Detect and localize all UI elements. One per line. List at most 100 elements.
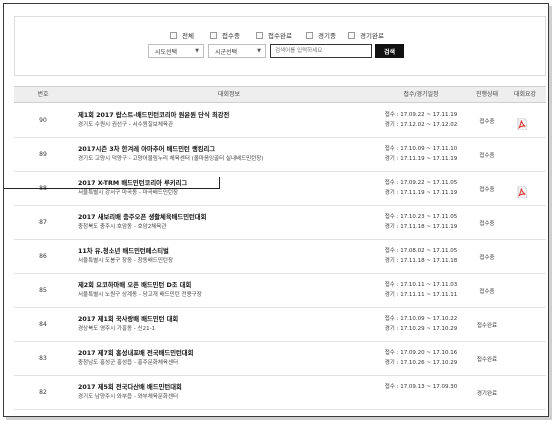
tournament-venue: 서울특별시 노원구 상계동 - 당고개 배드민턴 전용구장: [78, 292, 202, 298]
city-select-value: 시군선택: [215, 48, 238, 56]
tournament-title-link[interactable]: 2017 제1회 꾹사랑배 배드민턴 대회: [78, 315, 368, 324]
tournament-title-link[interactable]: 2017 새보리배 충주오픈 생활체육배드민턴대회: [78, 213, 368, 222]
header-info: 대회정보: [217, 91, 241, 98]
chevron-down-icon: ▼: [257, 48, 261, 54]
row-number: 89: [39, 151, 47, 158]
table-row[interactable]: 84 2017 제1회 꾹사랑배 배드민턴 대회 경상북도 영주시 가흥동 - 신2…: [14, 308, 546, 342]
table-row[interactable]: 89 2017시즌 3차 한겨레 아마추어 배드민턴 랭킹리그경기도 고양시 덕양…: [14, 138, 546, 172]
receipt-period: 접수 : 17.09.22 ~ 17.11.05: [384, 180, 458, 186]
province-select[interactable]: 시도선택 ▼: [148, 44, 204, 58]
table-row[interactable]: 87 2017 새보리배 충주오픈 생활체육배드민턴대회충청북도 충주시 호암동 …: [14, 206, 546, 240]
checkbox-box[interactable]: [210, 31, 217, 39]
tournament-info: 2017시즌 3차 한겨레 아마추어 배드민턴 랭킹리그경기도 고양시 덕양구 …: [78, 145, 368, 164]
game-period: 경기 : 17.11.19 ~ 17.11.19: [384, 190, 458, 196]
header-dates: 접수/경기일정: [403, 91, 439, 98]
row-number: 82: [39, 389, 47, 396]
row-number: 86: [39, 253, 47, 260]
chevron-down-icon: ▼: [195, 48, 199, 54]
tournament-title-link[interactable]: 2017시즌 3차 한겨레 아마추어 배드민턴 랭킹리그: [78, 145, 368, 154]
schedule: 접수 : 17.10.09 ~ 17.10.22 경기 : 17.10.29 ~ …: [366, 315, 476, 334]
table-row[interactable]: 86 11차 유.청소년 배드민턴페스티벌 서울특별시 도봉구 창동 - 창동배드민…: [14, 240, 546, 274]
game-period: 경기 : 17.12.02 ~ 17.12.02: [384, 122, 458, 128]
receipt-period: 접수 : 17.08.02 ~ 17.11.05: [384, 248, 458, 254]
checkbox-label: 경기중: [318, 32, 336, 40]
table-row[interactable]: 83 2017 제7회 홍성내포배 전국배드민턴대회충청남도 홍성군 홍성읍 - …: [14, 342, 546, 376]
game-period: 경기 : 17.11.18 ~ 17.11.19: [384, 224, 458, 230]
tournament-info: 2017 제5회 전국다산배 배드민턴대회경기도 남양주시 와부읍 - 와부체육…: [78, 383, 368, 402]
status-badge: 접수중: [479, 118, 495, 125]
receipt-period: 접수 : 17.09.22 ~ 17.11.19: [384, 112, 458, 118]
checkbox-label: 경기완료: [360, 32, 384, 40]
province-select-value: 시도선택: [155, 48, 178, 56]
checkbox-receiving[interactable]: 접수중: [210, 29, 240, 41]
checkbox-in-game[interactable]: 경기중: [306, 29, 336, 41]
receipt-period: 접수 : 17.10.09 ~ 17.10.22: [384, 316, 458, 322]
schedule: 접수 : 17.10.09 ~ 17.11.10 경기 : 17.11.19 ~ …: [366, 145, 476, 164]
game-period: 경기 : 17.10.29 ~ 17.10.29: [384, 326, 458, 332]
status-badge: 접수중: [479, 288, 495, 295]
status-badge: 경기완료: [476, 390, 498, 397]
tournament-venue: 서울특별시 강서구 마곡동 - 마곡배드민턴장: [78, 190, 179, 196]
table-row[interactable]: 882017 X-TRM 배드민턴코리아 루키리그서울특별시 강서구 마곡동 -…: [14, 172, 546, 206]
table-row[interactable]: 85 제2회 요코하마배 오픈 배드민턴 D조 대회서울특별시 노원구 상계동 -…: [14, 274, 546, 308]
checkbox-box[interactable]: [170, 31, 177, 39]
tournament-info: 2017 제1회 꾹사랑배 배드민턴 대회 경상북도 영주시 가흥동 - 신21-…: [78, 315, 368, 334]
table-row[interactable]: 82 2017 제5회 전국다산배 배드민턴대회경기도 남양주시 와부읍 - 와부…: [14, 376, 546, 410]
game-period: 경기 : 17.11.19 ~ 17.11.19: [384, 156, 458, 162]
game-period: 경기 : 17.11.11 ~ 17.11.11: [384, 292, 458, 298]
tournament-title-link[interactable]: 11차 유.청소년 배드민턴페스티벌: [78, 247, 368, 256]
search-input[interactable]: [270, 44, 372, 58]
table-row[interactable]: 90 제1회 2017 랍스트-배드민턴코리아 원윤원 단식 최강전 경기도 수원시…: [14, 104, 546, 138]
pdf-icon[interactable]: [517, 183, 528, 199]
checkbox-box[interactable]: [256, 31, 263, 39]
tournament-venue: 충청남도 홍성군 홍성읍 - 홍주문화체육센터: [78, 360, 179, 366]
checkbox-box[interactable]: [348, 31, 355, 39]
receipt-period: 접수 : 17.10.11 ~ 17.11.03: [384, 282, 458, 288]
row-number: 84: [39, 321, 47, 328]
overlay-connector-line: [4, 188, 219, 189]
receipt-period: 접수 : 17.09.13 ~ 17.09.30: [384, 384, 458, 390]
schedule: 접수 : 17.08.02 ~ 17.11.05 경기 : 17.11.18 ~ …: [366, 247, 476, 266]
tournament-venue: 경기도 남양주시 와부읍 - 와부체육문화센터: [78, 394, 179, 400]
tournament-info: 2017 새보리배 충주오픈 생활체육배드민턴대회충청북도 충주시 호암동 - …: [78, 213, 368, 232]
schedule: 접수 : 17.09.22 ~ 17.11.19 경기 : 17.12.02 ~ …: [366, 111, 476, 130]
search-button[interactable]: 검색: [375, 44, 404, 58]
checkbox-box[interactable]: [306, 31, 313, 39]
tournament-info: 제1회 2017 랍스트-배드민턴코리아 원윤원 단식 최강전 경기도 수원시 권…: [78, 111, 368, 130]
receipt-period: 접수 : 17.10.09 ~ 17.11.10: [384, 146, 458, 152]
page-frame: 전체 접수중 접수완료 경기중 경기완료 시도선택 ▼ 시군선택 ▼ 검색어를 …: [3, 3, 549, 417]
city-select[interactable]: 시군선택 ▼: [208, 44, 266, 58]
schedule: 접수 : 17.09.22 ~ 17.11.05 경기 : 17.11.19 ~ …: [366, 179, 476, 198]
row-number: 85: [39, 287, 47, 294]
tournament-title-link[interactable]: 2017 제5회 전국다산배 배드민턴대회: [78, 383, 368, 392]
overlay-connector-line: [219, 177, 220, 189]
tournament-info: 11차 유.청소년 배드민턴페스티벌 서울특별시 도봉구 창동 - 창동배드민턴장: [78, 247, 368, 266]
tournament-title-link[interactable]: 제2회 요코하마배 오픈 배드민턴 D조 대회: [78, 281, 368, 290]
tournament-venue: 경기도 고양시 덕양구 - 고양어울림누리 체육센터 (올마음잉골터 실내배드민…: [78, 156, 264, 162]
row-number: 83: [39, 355, 47, 362]
header-num: 번호: [37, 91, 49, 98]
tournament-info: 2017 제7회 홍성내포배 전국배드민턴대회충청남도 홍성군 홍성읍 - 홍주…: [78, 349, 368, 368]
table-header: 번호 대회정보 접수/경기일정 진행상태 대회요강: [14, 86, 546, 103]
status-badge: 접수완료: [476, 322, 498, 329]
status-checkbox-group: 전체 접수중 접수완료 경기중 경기완료: [170, 29, 410, 41]
header-outline: 대회요강: [513, 91, 537, 98]
tournament-title-link[interactable]: 제1회 2017 랍스트-배드민턴코리아 원윤원 단식 최강전: [78, 111, 368, 120]
checkbox-label: 접수중: [222, 32, 240, 40]
status-badge: 접수중: [479, 186, 495, 193]
pdf-icon[interactable]: [517, 115, 528, 131]
checkbox-game-finished[interactable]: 경기완료: [348, 29, 384, 41]
receipt-period: 접수 : 17.10.23 ~ 17.11.05: [384, 214, 458, 220]
search-filter-panel: 전체 접수중 접수완료 경기중 경기완료 시도선택 ▼ 시군선택 ▼ 검색어를 …: [14, 16, 546, 76]
status-badge: 접수중: [479, 152, 495, 159]
tournament-venue: 충청북도 충주시 호암동 - 호암2체육관: [78, 224, 167, 230]
tournament-title-link[interactable]: 2017 제7회 홍성내포배 전국배드민턴대회: [78, 349, 368, 358]
checkbox-label: 전체: [182, 32, 194, 40]
row-number: 87: [39, 219, 47, 226]
checkbox-all[interactable]: 전체: [170, 29, 194, 41]
window-shadow-right: [549, 6, 552, 419]
row-number: 90: [39, 117, 47, 124]
checkbox-receipt-closed[interactable]: 접수완료: [256, 29, 292, 41]
tournament-title-link[interactable]: 2017 X-TRM 배드민턴코리아 루키리그: [78, 179, 368, 188]
status-badge: 접수완료: [476, 356, 498, 363]
